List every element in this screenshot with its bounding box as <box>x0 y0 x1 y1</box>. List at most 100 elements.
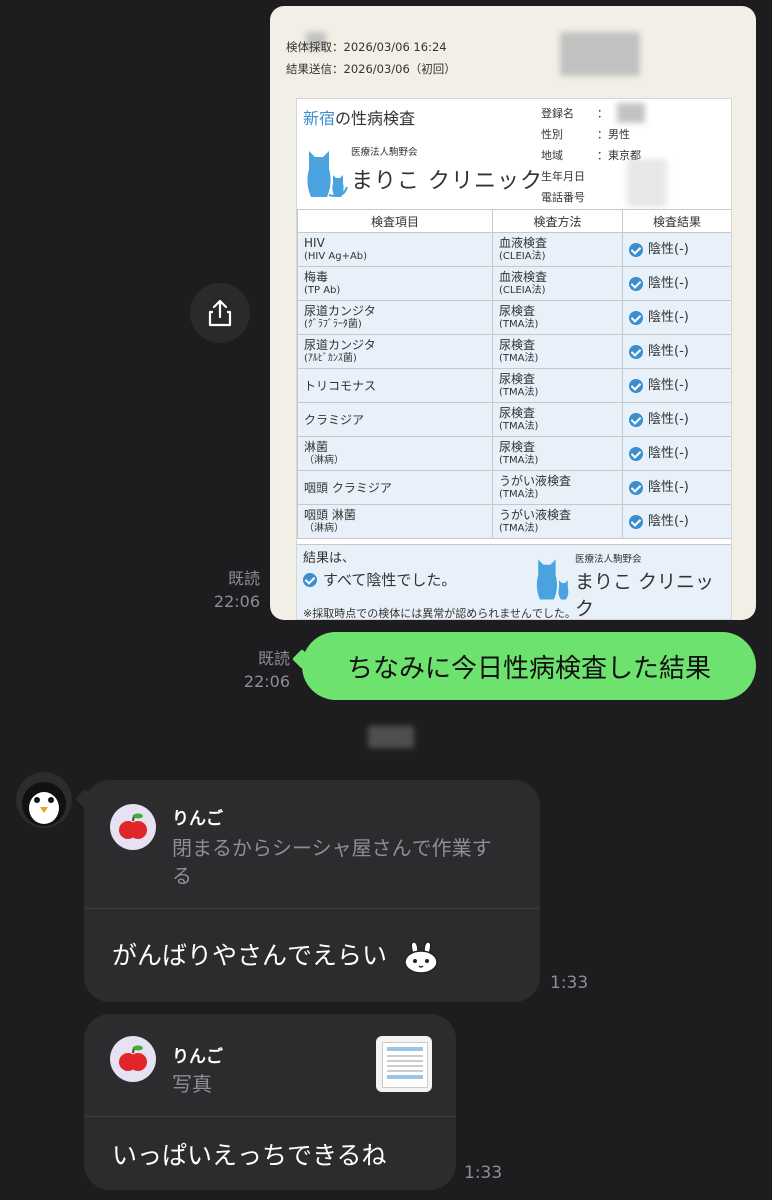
message-time: 22:06 <box>243 672 290 691</box>
test-method: 血液検査 (CLEIA法) <box>492 266 623 301</box>
test-item: 咽頭 クラミジア <box>297 470 493 505</box>
shared-image[interactable]: 検体採取：2026/03/06 16:24 結果送信：2026/03/06（初回… <box>270 6 756 620</box>
table-row: 咽頭 クラミジア うがい液検査 (TMA法) 陰性(-) <box>297 470 731 505</box>
share-icon <box>208 299 232 327</box>
test-item: トリコモナス <box>297 368 493 403</box>
sender-name-redacted <box>368 726 414 748</box>
check-circle-icon <box>629 344 643 359</box>
read-receipt: 既読 22:06 <box>228 647 290 693</box>
reply-quote-text: 閉まるからシーシャ屋さんで作業す る <box>172 836 492 888</box>
received-message-bubble[interactable]: りんご 写真 いっぱいえっちできるね <box>84 1014 456 1190</box>
test-method: 尿検査 (TMA法) <box>492 402 623 437</box>
read-receipt: 既読 22:06 <box>200 567 260 613</box>
test-method: うがい液検査 (TMA法) <box>492 470 623 505</box>
check-circle-icon <box>629 446 643 461</box>
sent-message-text: ちなみに今日性病検査した結果 <box>346 653 711 684</box>
check-circle-icon <box>303 572 317 587</box>
reply-quote-text: 写真 <box>172 1072 212 1096</box>
table-row: 尿道カンジタ (ｸﾞﾗﾌﾞﾗｰﾀ菌) 尿検査 (TMA法) 陰性(-) <box>297 300 731 335</box>
check-circle-icon <box>629 514 643 529</box>
col-header: 検査方法 <box>492 209 623 233</box>
table-row: 尿道カンジタ (ｱﾙﾋﾞｶﾝｽ菌) 尿検査 (TMA法) 陰性(-) <box>297 334 731 369</box>
test-result: 陰性(-) <box>622 232 731 267</box>
bunny-emoji-icon <box>404 941 438 974</box>
test-result: 陰性(-) <box>622 266 731 301</box>
test-method: 血液検査 (CLEIA法) <box>492 232 623 267</box>
received-message-bubble[interactable]: りんご 閉まるからシーシャ屋さんで作業す る がんばりやさんでえらい <box>84 780 540 1002</box>
apple-icon <box>119 1045 147 1071</box>
table-row: HIV (HIV Ag+Ab) 血液検査 (CLEIA法) 陰性(-) <box>297 232 731 267</box>
test-method: 尿検査 (TMA法) <box>492 368 623 403</box>
org-name: まりこ クリニック <box>351 169 543 194</box>
check-circle-icon <box>629 378 643 393</box>
test-method: うがい液検査 (TMA法) <box>492 504 623 539</box>
results-table: 検査項目 検査方法 検査結果 HIV (HIV Ag+Ab) 血液検査 (CLEIA法… <box>297 209 731 539</box>
reply-avatar <box>110 1036 156 1082</box>
org-prefix: 医療法人駒野会 <box>575 554 642 565</box>
report-title: 新宿の性病検査 <box>303 109 416 128</box>
test-result: 陰性(-) <box>622 300 731 335</box>
reply-avatar <box>110 804 156 850</box>
test-method: 尿検査 (TMA法) <box>492 300 623 335</box>
table-row: クラミジア 尿検査 (TMA法) 陰性(-) <box>297 402 731 437</box>
sent-message-bubble[interactable]: ちなみに今日性病検査した結果 <box>302 632 756 700</box>
test-result: 陰性(-) <box>622 368 731 403</box>
table-row: 梅毒 (TP Ab) 血液検査 (CLEIA法) 陰性(-) <box>297 266 731 301</box>
message-time: 1:33 <box>550 973 589 993</box>
collection-date: 検体採取：2026/03/06 16:24 <box>286 40 447 54</box>
avatar[interactable] <box>16 772 72 828</box>
redaction-blur <box>617 103 645 123</box>
test-item: HIV (HIV Ag+Ab) <box>297 232 493 267</box>
results-summary: 結果は、 すべて陰性でした。 医療法人駒野会 まりこ クリニック ※採取時点での… <box>297 544 731 620</box>
redaction-blur <box>627 159 667 207</box>
summary-note: ※採取時点での検体には異常が認められませんでした。 <box>303 607 576 620</box>
read-status: 既読 <box>227 569 260 588</box>
test-result: 陰性(-) <box>622 504 731 539</box>
test-result: 陰性(-) <box>622 470 731 505</box>
divider <box>84 1116 456 1117</box>
cat-logo-icon <box>307 151 348 197</box>
summary-label: 結果は、 <box>303 551 356 566</box>
reply-sender-name: りんご <box>172 1047 223 1067</box>
divider <box>84 908 540 909</box>
penguin-avatar-icon <box>22 782 66 826</box>
test-item: クラミジア <box>297 402 493 437</box>
test-item: 尿道カンジタ (ｸﾞﾗﾌﾞﾗｰﾀ菌) <box>297 300 493 335</box>
read-status: 既読 <box>257 649 290 668</box>
test-item: 梅毒 (TP Ab) <box>297 266 493 301</box>
result-date: 結果送信：2026/03/06（初回） <box>286 62 456 76</box>
test-method: 尿検査 (TMA法) <box>492 334 623 369</box>
check-circle-icon <box>629 480 643 495</box>
org-name: まりこ クリニック <box>575 571 715 620</box>
test-item: 咽頭 淋菌 （淋病） <box>297 504 493 539</box>
test-result: 陰性(-) <box>622 402 731 437</box>
test-item: 尿道カンジタ (ｱﾙﾋﾞｶﾝｽ菌) <box>297 334 493 369</box>
check-circle-icon <box>629 412 643 427</box>
share-button[interactable] <box>190 283 250 343</box>
test-result: 陰性(-) <box>622 334 731 369</box>
col-header: 検査結果 <box>622 209 731 233</box>
org-prefix: 医療法人駒野会 <box>351 147 418 158</box>
reply-photo-thumbnail <box>376 1036 432 1092</box>
message-text: いっぱいえっちできるね <box>112 1141 387 1170</box>
apple-icon <box>119 813 147 839</box>
check-circle-icon <box>629 242 643 257</box>
table-row: 咽頭 淋菌 （淋病） うがい液検査 (TMA法) 陰性(-) <box>297 504 731 539</box>
document-header: 検体採取：2026/03/06 16:24 結果送信：2026/03/06（初回… <box>286 36 456 80</box>
table-row: トリコモナス 尿検査 (TMA法) 陰性(-) <box>297 368 731 403</box>
summary-main: すべて陰性でした。 <box>303 569 456 590</box>
cat-logo-icon <box>536 559 569 600</box>
message-text: がんばりやさんでえらい <box>112 936 441 974</box>
test-method: 尿検査 (TMA法) <box>492 436 623 471</box>
redaction-blur <box>560 32 640 76</box>
table-row: 淋菌 （淋病） 尿検査 (TMA法) 陰性(-) <box>297 436 731 471</box>
test-item: 淋菌 （淋病） <box>297 436 493 471</box>
test-result: 陰性(-) <box>622 436 731 471</box>
check-circle-icon <box>629 310 643 325</box>
test-report: 新宿の性病検査 医療法人駒野会 まりこ クリニック 登録名： 性別 ：男性 地域：… <box>296 98 732 620</box>
check-circle-icon <box>629 276 643 291</box>
message-time: 1:33 <box>464 1163 503 1183</box>
reply-sender-name: りんご <box>172 809 223 829</box>
message-time: 22:06 <box>213 592 260 611</box>
col-header: 検査項目 <box>297 209 493 233</box>
